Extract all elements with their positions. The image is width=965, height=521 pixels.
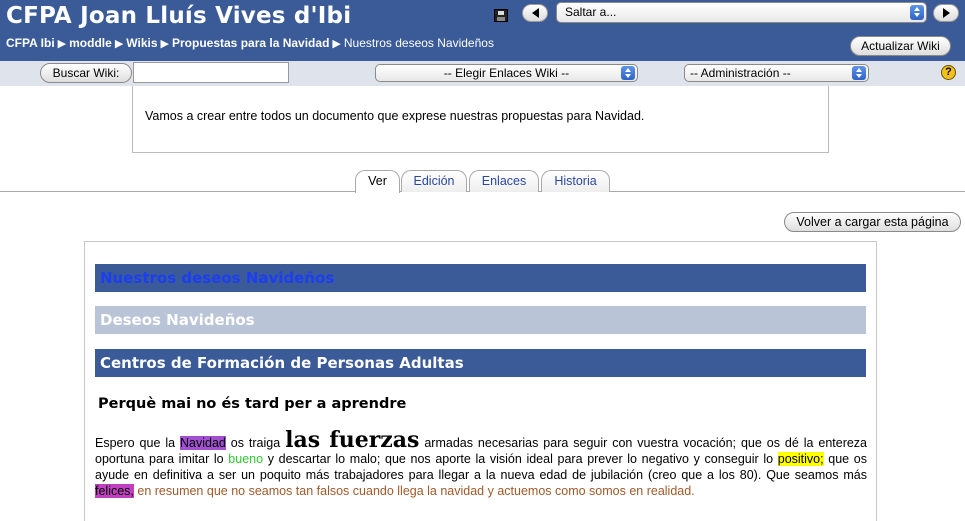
- brown-text: en resumen que no seamos tan falsos cuan…: [133, 484, 695, 498]
- jump-to-select[interactable]: Saltar a...: [556, 2, 927, 23]
- select-arrows-icon: [852, 66, 866, 80]
- reload-page-button[interactable]: Volver a cargar esta página: [784, 212, 961, 232]
- help-icon[interactable]: ?: [941, 65, 956, 80]
- motto-text: Perquè mai no és tard per a aprendre: [98, 396, 407, 412]
- breadcrumb-separator-icon: ▶: [114, 38, 124, 50]
- breadcrumb-link-wikis[interactable]: Wikis: [126, 36, 157, 50]
- green-text: bueno: [228, 452, 264, 466]
- tab-links[interactable]: Enlaces: [469, 170, 539, 192]
- breadcrumb-separator-icon: ▶: [160, 38, 169, 50]
- page-heading: Nuestros deseos Navideños: [95, 264, 866, 292]
- tab-history[interactable]: Historia: [541, 170, 610, 192]
- tab-view[interactable]: Ver: [355, 170, 400, 193]
- breadcrumb-link-propuestas[interactable]: Propuestas para la Navidad: [172, 36, 329, 50]
- save-icon[interactable]: [494, 9, 508, 22]
- highlight-positivo: positivo;: [777, 452, 824, 466]
- select-arrows-icon: [621, 66, 635, 80]
- search-wiki-button[interactable]: Buscar Wiki:: [40, 63, 132, 83]
- update-wiki-button[interactable]: Actualizar Wiki: [850, 36, 951, 56]
- wiki-links-select[interactable]: -- Elegir Enlaces Wiki --: [375, 64, 638, 82]
- breadcrumb-current: Nuestros deseos Navideños: [343, 36, 494, 50]
- next-activity-button[interactable]: [933, 4, 959, 22]
- big-text: las fuerzas: [285, 427, 420, 453]
- section-heading: Deseos Navideños: [95, 306, 866, 334]
- tab-edit[interactable]: Edición: [401, 170, 467, 192]
- highlight-felices: felices,: [95, 484, 134, 498]
- subsection-heading: Centros de Formación de Personas Adultas: [95, 349, 866, 377]
- search-wiki-input[interactable]: [133, 62, 289, 83]
- wiki-summary-box: Vamos a crear entre todos un documento q…: [132, 86, 829, 153]
- wish-paragraph: Espero que la Navidad os traiga las fuer…: [95, 429, 867, 499]
- wiki-links-select-value: -- Elegir Enlaces Wiki --: [443, 66, 570, 80]
- paragraph-text: y descartar lo malo; que nos aporte la v…: [263, 452, 778, 466]
- jump-to-select-value: Saltar a...: [565, 5, 617, 19]
- administration-select-value: -- Administración --: [690, 66, 791, 80]
- administration-select[interactable]: -- Administración --: [684, 64, 869, 82]
- breadcrumb-link-moddle[interactable]: moddle: [69, 36, 112, 50]
- previous-activity-button[interactable]: [522, 4, 548, 22]
- highlight-navidad: Navidad: [179, 436, 226, 450]
- arrow-right-icon: [942, 8, 950, 18]
- breadcrumb-link-cfpa[interactable]: CFPA Ibi: [6, 36, 55, 50]
- breadcrumb: CFPA Ibi ▶ moddle ▶ Wikis ▶ Propuestas para la…: [6, 36, 494, 50]
- wiki-summary-text: Vamos a crear entre todos un documento q…: [145, 109, 645, 123]
- breadcrumb-separator-icon: ▶: [57, 38, 67, 50]
- site-title[interactable]: CFPA Joan Lluís Vives d'Ibi: [6, 3, 351, 29]
- paragraph-text: os traiga: [225, 436, 286, 450]
- breadcrumb-separator-icon: ▶: [332, 38, 341, 50]
- select-arrows-icon: [910, 5, 924, 20]
- paragraph-text: Espero que la: [95, 436, 180, 450]
- arrow-left-icon: [531, 8, 539, 18]
